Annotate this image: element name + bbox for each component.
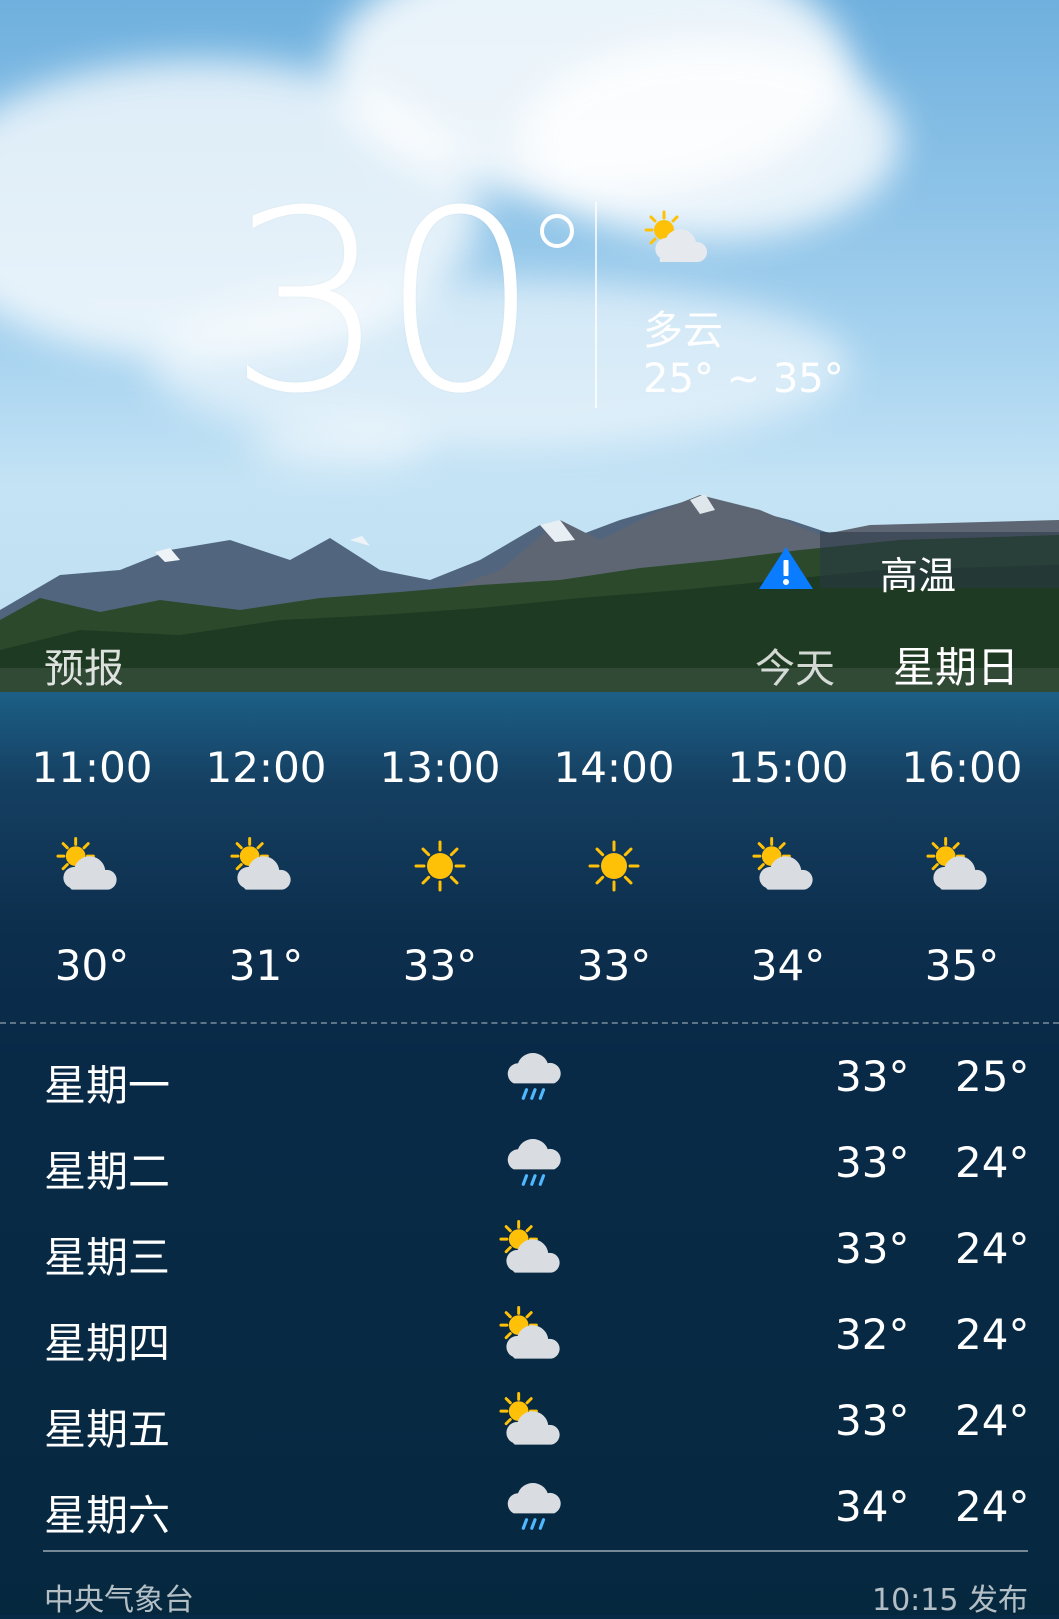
current-temperature: 30 [228, 157, 540, 448]
hour-time: 13:00 [379, 743, 501, 792]
low-temperature: 24° [955, 1482, 1030, 1531]
hour-temperature: 33° [576, 941, 652, 990]
hour-column: 16:00 35° [875, 740, 1049, 996]
hour-time: 11:00 [31, 743, 153, 792]
dashed-divider [0, 1022, 1059, 1024]
day-name: 星期三 [44, 1233, 171, 1282]
daily-row[interactable]: 星期四 32° 24° [0, 1292, 1059, 1378]
rain-icon [495, 1120, 575, 1206]
partly-cloudy-icon [495, 1292, 575, 1378]
temperature-range: 25° ~ 35° [643, 356, 844, 402]
daily-row[interactable]: 星期一 33° 25° [0, 1034, 1059, 1120]
publish-time: 10:15 发布 [872, 1583, 1028, 1618]
hour-temperature: 30° [54, 941, 130, 990]
daily-row[interactable]: 星期六 34° 24° [0, 1464, 1059, 1550]
sunny-icon [353, 796, 527, 936]
weekday-label[interactable]: 星期日 [893, 634, 1019, 695]
low-temperature: 24° [955, 1396, 1030, 1445]
low-temperature: 24° [955, 1224, 1030, 1273]
day-name: 星期六 [44, 1491, 171, 1540]
hour-temperature: 34° [750, 941, 826, 990]
hour-column: 15:00 34° [701, 740, 875, 996]
partly-cloudy-icon [179, 796, 353, 936]
rain-icon [495, 1464, 575, 1550]
high-temperature: 33° [835, 1138, 910, 1187]
day-name: 星期二 [44, 1147, 171, 1196]
day-name: 星期四 [44, 1319, 171, 1368]
daily-row[interactable]: 星期二 33° 24° [0, 1120, 1059, 1206]
footer-divider [43, 1550, 1028, 1552]
low-temperature: 24° [955, 1310, 1030, 1359]
hour-temperature: 35° [924, 941, 1000, 990]
hour-temperature: 31° [228, 941, 304, 990]
today-label[interactable]: 今天 [755, 636, 835, 694]
day-name: 星期一 [44, 1061, 171, 1110]
partly-cloudy-icon [701, 796, 875, 936]
day-name: 星期五 [44, 1405, 171, 1454]
high-temperature: 33° [835, 1396, 910, 1445]
high-temperature: 34° [835, 1482, 910, 1531]
partly-cloudy-icon [495, 1206, 575, 1292]
sunny-icon [527, 796, 701, 936]
low-temperature: 25° [955, 1052, 1030, 1101]
hour-time: 12:00 [205, 743, 327, 792]
partly-cloudy-icon [495, 1378, 575, 1464]
forecast-tab[interactable]: 预报 [44, 636, 124, 694]
partly-cloudy-icon [875, 796, 1049, 936]
daily-row[interactable]: 星期三 33° 24° [0, 1206, 1059, 1292]
high-temperature: 32° [835, 1310, 910, 1359]
warning-triangle-icon [759, 547, 813, 589]
hour-column: 13:00 33° [353, 740, 527, 996]
rain-icon [495, 1034, 575, 1120]
hour-column: 12:00 31° [179, 740, 353, 996]
degree-symbol [540, 214, 574, 248]
hour-column: 14:00 33° [527, 740, 701, 996]
low-temperature: 24° [955, 1138, 1030, 1187]
hour-time: 16:00 [901, 743, 1023, 792]
alert-label[interactable]: 高温 [880, 545, 956, 600]
data-source: 中央气象台 [44, 1583, 194, 1618]
high-temperature: 33° [835, 1052, 910, 1101]
high-temperature: 33° [835, 1224, 910, 1273]
current-condition: 多云 [643, 308, 723, 354]
hour-temperature: 33° [402, 941, 478, 990]
partly-cloudy-icon [640, 210, 720, 274]
vertical-divider [595, 202, 597, 408]
hour-time: 15:00 [727, 743, 849, 792]
daily-row[interactable]: 星期五 33° 24° [0, 1378, 1059, 1464]
hourly-forecast[interactable]: 11:00 30° 12:00 31° 13:00 33° 14:00 33° 15:0… [0, 740, 1059, 1020]
hour-time: 14:00 [553, 743, 675, 792]
partly-cloudy-icon [5, 796, 179, 936]
hour-column: 11:00 30° [5, 740, 179, 996]
